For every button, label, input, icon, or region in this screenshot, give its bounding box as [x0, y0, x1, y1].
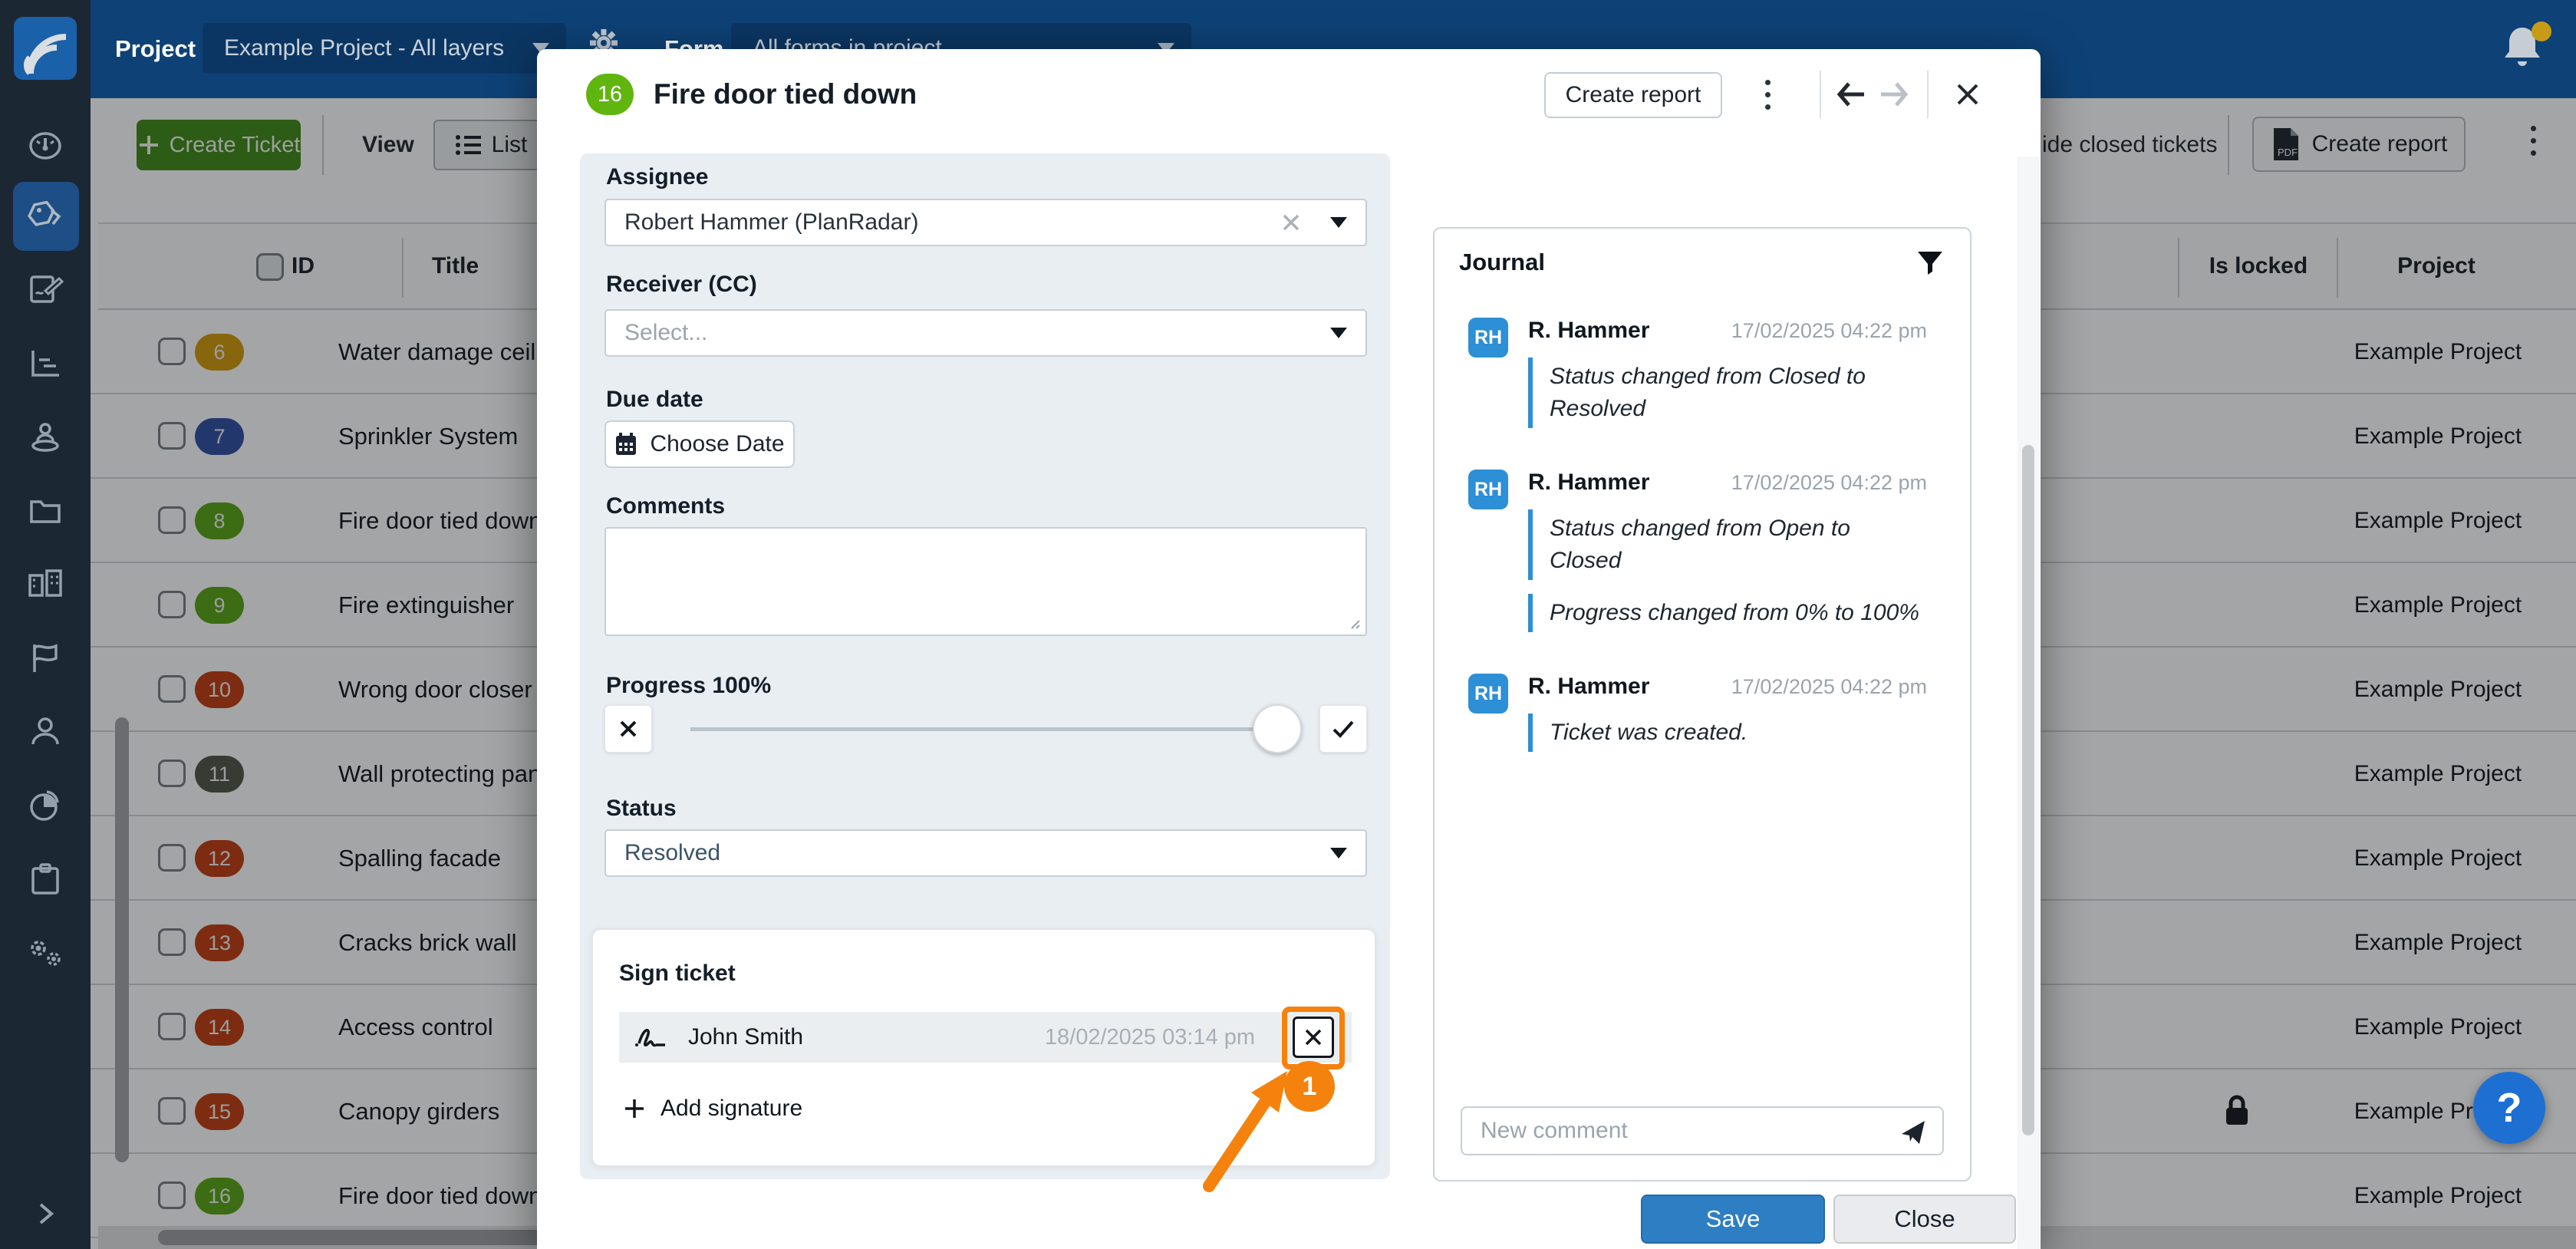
sidebar-item-reports[interactable] — [27, 787, 64, 824]
signature-icon — [634, 1023, 668, 1051]
progress-slider-track[interactable] — [690, 727, 1298, 731]
assignee-select[interactable]: Robert Hammer (PlanRadar) — [604, 199, 1367, 246]
sidebar-item-projects[interactable] — [27, 493, 64, 529]
avatar: RH — [1468, 674, 1508, 713]
signer-name: John Smith — [688, 1024, 803, 1050]
filter-icon[interactable] — [1916, 250, 1944, 276]
chevron-down-icon — [1330, 848, 1347, 858]
avatar: RH — [1468, 318, 1508, 358]
due-date-label: Due date — [606, 387, 703, 413]
modal-scrollbar-thumb[interactable] — [2022, 445, 2034, 1135]
assignee-label: Assignee — [606, 164, 708, 190]
progress-clear-button[interactable] — [604, 705, 652, 753]
assignee-value: Robert Hammer (PlanRadar) — [624, 209, 918, 236]
journal-timestamp: 17/02/2025 04:22 pm — [1731, 675, 1927, 699]
help-button[interactable]: ? — [2473, 1072, 2545, 1144]
journal-panel: Journal RH R. Hammer 17/02/2025 04:22 pm St… — [1433, 227, 1972, 1181]
planradar-logo[interactable] — [14, 17, 77, 80]
journal-message: Progress changed from 0% to 100% — [1528, 594, 1927, 632]
journal-timestamp: 17/02/2025 04:22 pm — [1731, 319, 1927, 343]
journal-author: R. Hammer — [1528, 318, 1649, 344]
save-button[interactable]: Save — [1641, 1195, 1825, 1244]
journal-timestamp: 17/02/2025 04:22 pm — [1731, 471, 1927, 495]
calendar-icon — [614, 432, 637, 456]
sidebar-item-users[interactable] — [27, 713, 64, 750]
clear-icon[interactable] — [1281, 213, 1301, 232]
progress-confirm-button[interactable] — [1319, 705, 1367, 753]
sidebar-expand-chevron-icon[interactable] — [31, 1200, 59, 1228]
sidebar-item-tasks[interactable] — [27, 861, 64, 898]
project-label: Project — [115, 0, 196, 98]
project-select-value: Example Project - All layers — [224, 35, 504, 61]
journal-entry: RH R. Hammer 17/02/2025 04:22 pm Status cha… — [1468, 318, 1927, 428]
status-value: Resolved — [624, 840, 720, 866]
sidebar-item-statistics[interactable] — [27, 344, 64, 381]
choose-date-label: Choose Date — [650, 431, 784, 457]
sidebar-item-flags[interactable] — [27, 640, 64, 677]
sign-ticket-label: Sign ticket — [619, 961, 736, 987]
modal-kebab-menu[interactable] — [1764, 80, 1771, 110]
journal-message: Status changed from Closed to Resolved — [1528, 358, 1927, 428]
receiver-select[interactable]: Select... — [604, 309, 1367, 357]
journal-entry: RH R. Hammer 17/02/2025 04:22 pm Ticket was… — [1468, 674, 1927, 752]
progress-label: Progress 100% — [606, 673, 771, 699]
comments-textarea[interactable] — [604, 527, 1367, 636]
annotation-arrow — [1178, 1033, 1332, 1201]
ticket-id-badge: 16 — [586, 74, 634, 115]
chevron-down-icon — [1330, 217, 1347, 228]
journal-title: Journal — [1459, 249, 1545, 276]
sidebar-item-tickets[interactable] — [27, 198, 64, 235]
avatar: RH — [1468, 470, 1508, 509]
journal-entries: RH R. Hammer 17/02/2025 04:22 pm Status cha… — [1468, 318, 1927, 793]
receiver-placeholder: Select... — [624, 320, 707, 346]
notification-dot — [2532, 21, 2551, 41]
sidebar-item-forms[interactable] — [27, 271, 64, 308]
sidebar-item-settings[interactable] — [25, 936, 66, 970]
sidebar-item-site-staff[interactable] — [27, 418, 64, 455]
status-label: Status — [606, 796, 677, 822]
sidebar-item-dashboard[interactable] — [28, 128, 63, 163]
project-select[interactable]: Example Project - All layers — [203, 23, 566, 74]
resize-handle-icon[interactable] — [1349, 618, 1361, 630]
modal-create-report-button[interactable]: Create report — [1544, 72, 1722, 118]
journal-message: Ticket was created. — [1528, 713, 1927, 752]
modal-create-report-label: Create report — [1566, 82, 1701, 108]
receiver-label: Receiver (CC) — [606, 272, 757, 298]
chevron-down-icon — [1330, 328, 1347, 338]
add-signature-label: Add signature — [660, 1096, 802, 1122]
add-signature-button[interactable]: Add signature — [624, 1096, 802, 1122]
journal-author: R. Hammer — [1528, 674, 1649, 700]
sidebar — [0, 0, 91, 1249]
new-comment-placeholder: New comment — [1481, 1118, 1628, 1144]
ticket-title: Fire door tied down — [654, 78, 917, 110]
choose-date-button[interactable]: Choose Date — [604, 420, 795, 468]
annotation-step-badge: 1 — [1284, 1061, 1335, 1112]
journal-message: Status changed from Open to Closed — [1528, 509, 1927, 580]
send-icon[interactable] — [1899, 1119, 1927, 1146]
comments-label: Comments — [606, 493, 725, 519]
close-button[interactable]: Close — [1833, 1195, 2016, 1244]
check-icon — [1332, 719, 1355, 739]
sidebar-item-company[interactable] — [25, 566, 65, 603]
plus-icon — [624, 1098, 645, 1119]
next-ticket-arrow-icon[interactable] — [1878, 81, 1909, 107]
x-icon — [618, 719, 638, 739]
screen: Create Ticket View List ide closed ticke… — [0, 0, 2576, 1249]
status-select[interactable]: Resolved — [604, 829, 1367, 877]
new-comment-input[interactable]: New comment — [1461, 1106, 1944, 1155]
journal-author: R. Hammer — [1528, 470, 1649, 496]
ticket-detail-modal: 16 Fire door tied down Create report Ass… — [537, 49, 2041, 1249]
progress-slider-handle[interactable] — [1253, 704, 1302, 753]
previous-ticket-arrow-icon[interactable] — [1836, 81, 1867, 107]
close-icon[interactable] — [1955, 81, 1981, 107]
journal-entry: RH R. Hammer 17/02/2025 04:22 pm Status cha… — [1468, 470, 1927, 632]
